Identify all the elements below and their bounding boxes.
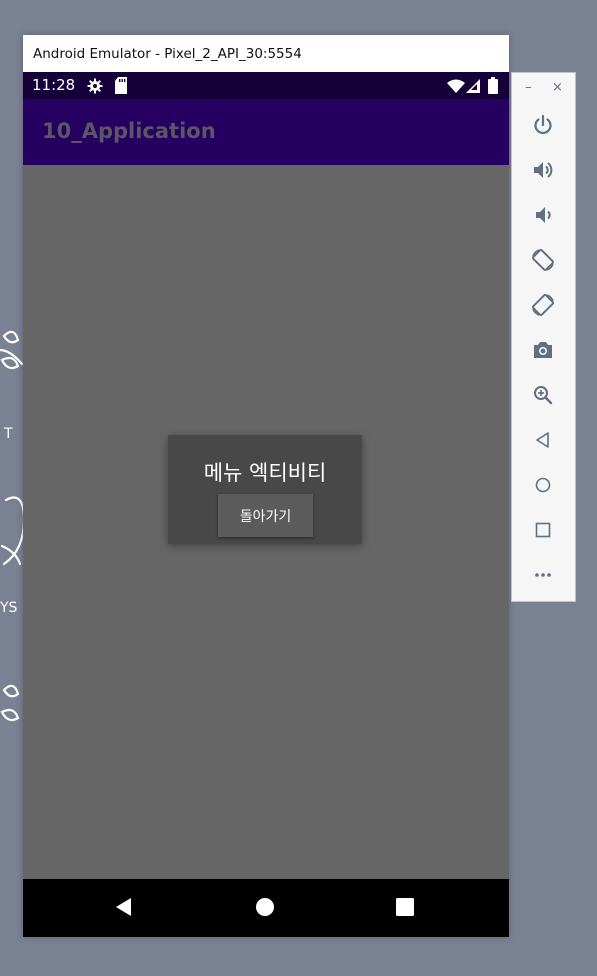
back-icon [536,432,549,448]
overview-icon [535,522,551,538]
screenshot-button[interactable] [531,338,555,362]
zoom-icon [534,386,553,405]
rotate-left-button[interactable] [531,248,555,272]
navigation-bar [23,879,509,937]
settings-icon [87,78,103,94]
more-icon [535,573,551,577]
power-button[interactable] [531,113,555,137]
menu-dialog: 메뉴 엑티비티 돌아가기 [168,435,362,544]
emulator-window: Android Emulator - Pixel_2_API_30:5554 1… [23,35,509,937]
signal-icon [466,79,480,93]
rotate-left-icon [532,249,554,271]
power-icon [534,114,552,135]
more-button[interactable] [531,563,555,587]
overview-icon [396,898,414,916]
wifi-icon [447,79,465,93]
svg-text:YS: YS [0,600,18,616]
toolbar-home-button[interactable] [531,473,555,497]
window-title: Android Emulator - Pixel_2_API_30:5554 [33,45,302,62]
nav-overview-button[interactable] [393,895,417,919]
toolbar-overview-button[interactable] [531,518,555,542]
volume-up-button[interactable] [531,158,555,182]
volume-up-icon [534,162,553,178]
rotate-right-button[interactable] [531,293,555,317]
app-title: 10_Application [42,119,216,143]
zoom-button[interactable] [531,383,555,407]
sd-card-icon [115,77,127,94]
close-button[interactable]: × [552,80,563,95]
svg-text:T: T [3,426,13,442]
volume-down-icon [536,207,551,223]
window-titlebar: Android Emulator - Pixel_2_API_30:5554 [23,35,509,72]
emulator-side-toolbar: – × [511,72,576,602]
volume-down-button[interactable] [531,203,555,227]
back-icon [116,898,131,916]
home-icon [256,898,274,916]
camera-icon [534,342,552,358]
minimize-button[interactable]: – [525,80,532,95]
app-bar: 10_Application [23,99,509,165]
rotate-right-icon [532,294,554,316]
activity-content[interactable]: 메뉴 엑티비티 돌아가기 [23,165,509,879]
dialog-title: 메뉴 엑티비티 [203,461,327,485]
status-bar: 11:28 [23,72,509,99]
nav-home-button[interactable] [253,895,277,919]
back-button[interactable]: 돌아가기 [218,494,313,537]
nav-back-button[interactable] [112,895,136,919]
home-icon [535,477,551,493]
toolbar-back-button[interactable] [531,428,555,452]
battery-icon [488,77,498,94]
status-time: 11:28 [32,76,76,94]
